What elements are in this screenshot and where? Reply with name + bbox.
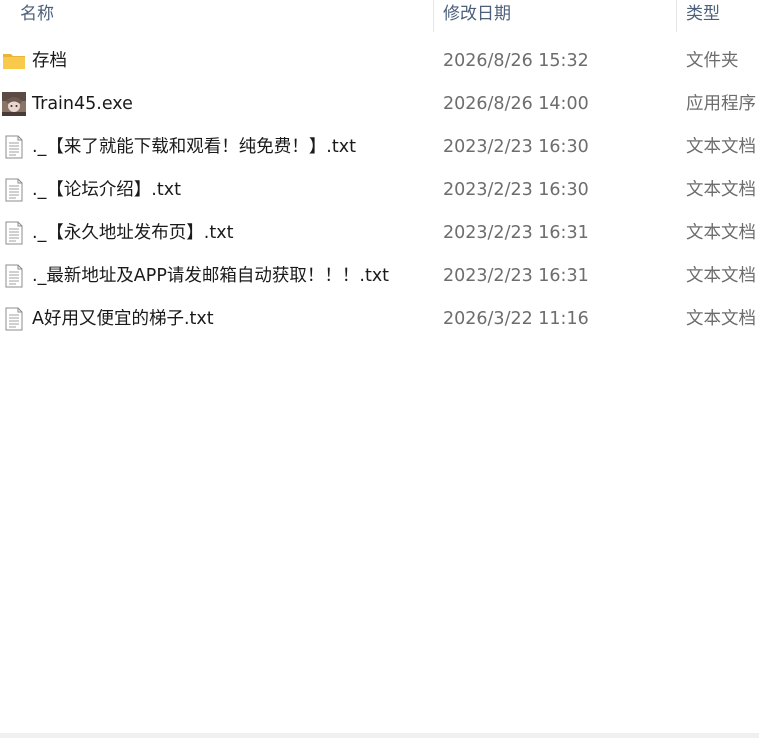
file-type: 文本文档 — [686, 309, 756, 329]
file-type: 文本文档 — [686, 180, 756, 200]
column-header-name[interactable]: 名称 — [20, 0, 430, 32]
text-file-icon — [2, 307, 26, 331]
file-name: 存档 — [32, 51, 67, 71]
file-date: 2023/2/23 16:30 — [443, 180, 589, 200]
column-divider[interactable] — [433, 0, 434, 32]
file-date: 2026/3/22 11:16 — [443, 309, 589, 329]
horizontal-scrollbar[interactable] — [0, 733, 759, 738]
file-type: 应用程序 — [686, 94, 756, 114]
text-file-icon — [2, 178, 26, 202]
file-date: 2023/2/23 16:31 — [443, 223, 589, 243]
file-list: 存档 2026/8/26 15:32 文件夹 Train45.exe 2026/… — [0, 40, 759, 341]
file-name: ._【来了就能下载和观看！纯免费！】.txt — [32, 137, 356, 157]
file-date: 2023/2/23 16:30 — [443, 137, 589, 157]
file-type: 文本文档 — [686, 137, 756, 157]
column-header-type[interactable]: 类型 — [686, 0, 759, 32]
column-header: 名称 修改日期 类型 — [0, 0, 759, 32]
file-row[interactable]: ._【论坛介绍】.txt 2023/2/23 16:30 文本文档 — [0, 169, 759, 212]
file-date: 2026/8/26 15:32 — [443, 51, 589, 71]
file-name: ._【永久地址发布页】.txt — [32, 223, 234, 243]
text-file-icon — [2, 264, 26, 288]
file-type: 文件夹 — [686, 51, 739, 71]
file-row[interactable]: 存档 2026/8/26 15:32 文件夹 — [0, 40, 759, 83]
file-type: 文本文档 — [686, 223, 756, 243]
file-date: 2023/2/23 16:31 — [443, 266, 589, 286]
file-row[interactable]: Train45.exe 2026/8/26 14:00 应用程序 — [0, 83, 759, 126]
file-name: A好用又便宜的梯子.txt — [32, 309, 214, 329]
file-name: ._【论坛介绍】.txt — [32, 180, 181, 200]
file-name: ._最新地址及APP请发邮箱自动获取！！！.txt — [32, 266, 390, 286]
app-icon — [2, 92, 26, 116]
file-explorer: 名称 修改日期 类型 存档 2026/8/26 15:32 文件夹 Train4… — [0, 0, 759, 738]
file-row[interactable]: ._最新地址及APP请发邮箱自动获取！！！.txt 2023/2/23 16:3… — [0, 255, 759, 298]
file-row[interactable]: ._【永久地址发布页】.txt 2023/2/23 16:31 文本文档 — [0, 212, 759, 255]
file-date: 2026/8/26 14:00 — [443, 94, 589, 114]
text-file-icon — [2, 135, 26, 159]
text-file-icon — [2, 221, 26, 245]
column-divider[interactable] — [676, 0, 677, 32]
folder-icon — [2, 49, 26, 73]
file-row[interactable]: A好用又便宜的梯子.txt 2026/3/22 11:16 文本文档 — [0, 298, 759, 341]
file-type: 文本文档 — [686, 266, 756, 286]
column-header-date[interactable]: 修改日期 — [443, 0, 673, 32]
file-row[interactable]: ._【来了就能下载和观看！纯免费！】.txt 2023/2/23 16:30 文… — [0, 126, 759, 169]
file-name: Train45.exe — [32, 94, 133, 114]
